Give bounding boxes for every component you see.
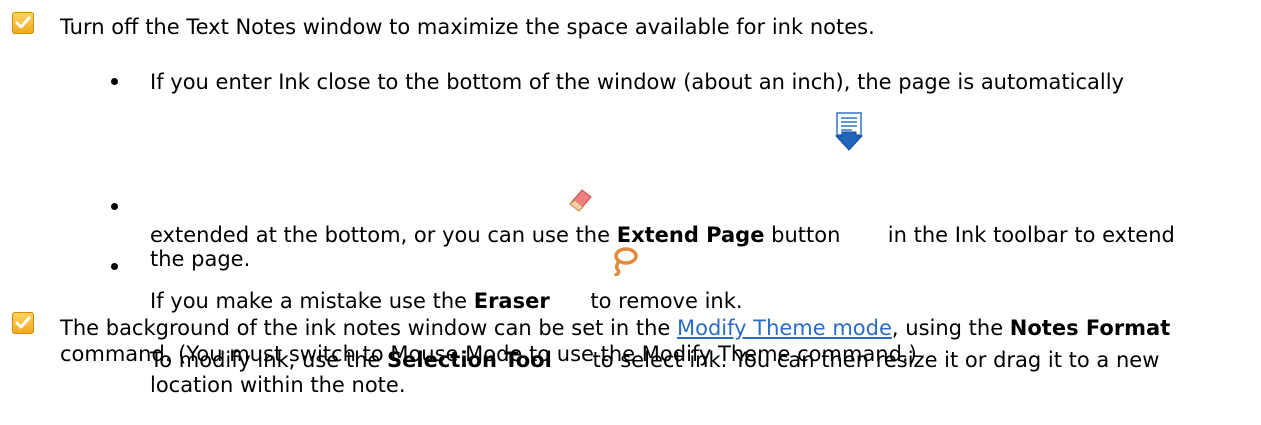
extend-page-icon <box>834 112 864 151</box>
checkmark-icon <box>12 312 34 334</box>
tip-turn-off-text-notes: Turn off the Text Notes window to maximi… <box>60 15 875 39</box>
tip-background-line1-final: The background of the ink notes window c… <box>60 316 1171 340</box>
tip-background-line2: command. (You must switch to Mouse Mode … <box>60 342 917 366</box>
modify-theme-link[interactable]: Modify Theme mode <box>677 316 892 340</box>
bullet-dot <box>111 203 118 210</box>
extend-page-label: Extend Page <box>616 223 765 247</box>
bullet-selection-tool-line2: location within the note. <box>150 373 406 397</box>
bullet-extend-page-line3: the page. <box>150 247 251 271</box>
bullet-eraser: If you make a mistake use the Eraser to … <box>150 289 743 313</box>
bullet-extend-page-line2: extended at the bottom, or you can use t… <box>150 223 1175 247</box>
eraser-icon <box>569 189 592 212</box>
eraser-label: Eraser <box>473 289 550 313</box>
bullet-extend-page-line1: If you enter Ink close to the bottom of … <box>150 70 1124 94</box>
lasso-selection-icon <box>614 247 638 276</box>
bullet-dot <box>111 263 118 270</box>
notes-format-label: Notes Format <box>1009 316 1171 340</box>
checkmark-icon <box>12 12 34 34</box>
bullet-dot <box>111 78 118 85</box>
